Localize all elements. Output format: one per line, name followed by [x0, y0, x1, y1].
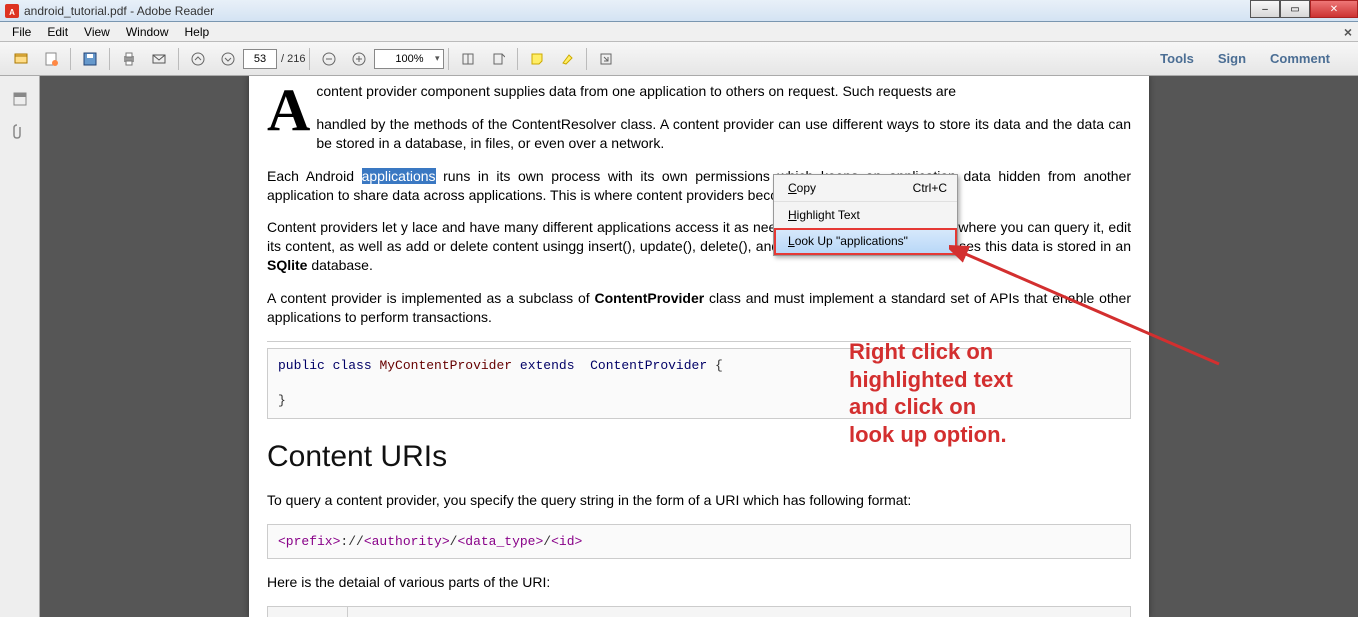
pdf-icon: A [4, 3, 20, 19]
tools-link[interactable]: Tools [1148, 47, 1206, 70]
context-menu: Copy Ctrl+C Highlight Text Look Up "appl… [773, 174, 958, 256]
left-sidebar [0, 76, 40, 617]
zoom-in-icon[interactable] [346, 46, 372, 72]
menu-view[interactable]: View [76, 23, 118, 41]
save-icon[interactable] [77, 46, 103, 72]
page-view-icon[interactable] [485, 46, 511, 72]
page-number-input[interactable] [243, 49, 277, 69]
attachments-icon[interactable] [5, 116, 35, 146]
print-icon[interactable] [116, 46, 142, 72]
code-block-2: <prefix>://<authority>/<data_type>/<id> [267, 524, 1131, 560]
table-header-desc: Description [348, 607, 1131, 617]
create-pdf-icon[interactable] [38, 46, 64, 72]
uri-parts-table: Part Description prefix This is always s… [267, 606, 1131, 617]
paragraph-6: Here is the detaial of various parts of … [267, 573, 1131, 592]
maximize-button[interactable]: ▭ [1280, 0, 1310, 18]
zoom-out-icon[interactable] [316, 46, 342, 72]
read-mode-icon[interactable] [593, 46, 619, 72]
paragraph-1a: content provider component supplies data… [316, 83, 956, 99]
menu-help[interactable]: Help [177, 23, 218, 41]
main-area: A content provider component supplies da… [0, 76, 1358, 617]
thumbnails-icon[interactable] [5, 84, 35, 114]
separator [109, 48, 110, 70]
page-down-icon[interactable] [215, 46, 241, 72]
pdf-page: A content provider component supplies da… [249, 76, 1149, 617]
table-header-part: Part [268, 607, 348, 617]
context-menu-copy[interactable]: Copy Ctrl+C [774, 175, 957, 201]
separator [517, 48, 518, 70]
window-title: android_tutorial.pdf - Adobe Reader [24, 4, 214, 18]
menu-edit[interactable]: Edit [39, 23, 76, 41]
comment-link[interactable]: Comment [1258, 47, 1342, 70]
window-controls: – ▭ ✕ [1250, 0, 1358, 18]
menu-file[interactable]: File [4, 23, 39, 41]
dropcap-letter: A [267, 86, 310, 134]
document-viewport[interactable]: A content provider component supplies da… [40, 76, 1358, 617]
page-up-icon[interactable] [185, 46, 211, 72]
email-icon[interactable] [146, 46, 172, 72]
window-titlebar: A android_tutorial.pdf - Adobe Reader – … [0, 0, 1358, 22]
zoom-select[interactable]: 100% [374, 49, 444, 69]
paragraph-2: Each Android applications runs in its ow… [267, 167, 1131, 205]
menu-bar: File Edit View Window Help × [0, 22, 1358, 42]
context-menu-lookup[interactable]: Look Up "applications" [774, 228, 957, 254]
minimize-button[interactable]: – [1250, 0, 1280, 18]
highlighted-text[interactable]: applications [362, 168, 436, 184]
separator [309, 48, 310, 70]
page-count-label: / 216 [281, 53, 305, 65]
table-header-row: Part Description [268, 607, 1131, 617]
open-icon[interactable] [8, 46, 34, 72]
zoom-value: 100% [395, 53, 423, 65]
copy-shortcut: Ctrl+C [913, 180, 947, 196]
annotation-text: Right click on highlighted text and clic… [849, 338, 1013, 448]
toggle-bookmark-icon[interactable] [455, 46, 481, 72]
highlight-icon[interactable] [554, 46, 580, 72]
paragraph-5: To query a content provider, you specify… [267, 491, 1131, 510]
svg-text:A: A [9, 8, 15, 17]
context-menu-highlight[interactable]: Highlight Text [774, 201, 957, 228]
close-button[interactable]: ✕ [1310, 0, 1358, 18]
sticky-note-icon[interactable] [524, 46, 550, 72]
separator [586, 48, 587, 70]
sign-link[interactable]: Sign [1206, 47, 1258, 70]
toolbar: / 216 100% Tools Sign Comment [0, 42, 1358, 76]
right-tool-links: Tools Sign Comment [1148, 47, 1352, 70]
separator [70, 48, 71, 70]
paragraph-1b: handled by the methods of the ContentRes… [267, 115, 1131, 153]
separator [448, 48, 449, 70]
document-close-icon[interactable]: × [1344, 24, 1352, 40]
separator [178, 48, 179, 70]
menu-window[interactable]: Window [118, 23, 177, 41]
